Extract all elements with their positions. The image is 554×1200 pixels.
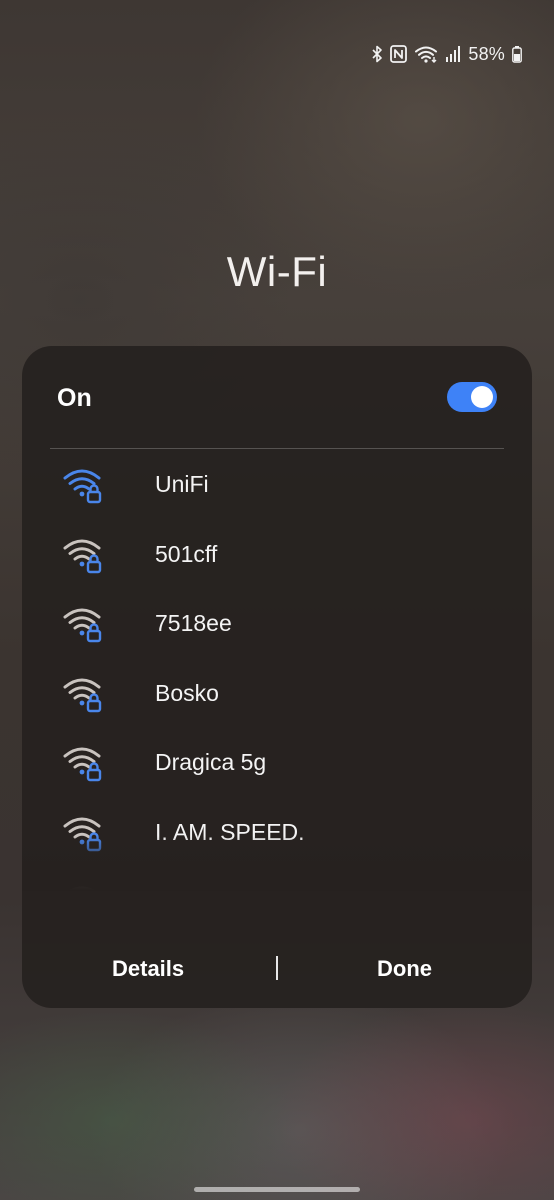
wifi-lock-icon [63,608,102,643]
network-name: UniFi [155,471,209,497]
status-bar: 58% [371,42,522,66]
network-item[interactable]: UniFi [22,456,532,512]
wifi-lock-icon [63,747,102,782]
wifi-state-label: On [57,384,92,412]
network-item[interactable]: Dragica 5g [22,734,532,790]
details-button[interactable]: Details [112,956,184,982]
network-name: 7518ee [155,610,232,636]
wifi-lock-icon [63,678,102,712]
wifi-lock-icon [63,539,102,573]
network-list[interactable]: UniFi 501cff 7518ee Bosko Dragica 5g I. AM. S… [22,449,532,891]
wifi-icon [415,46,438,63]
network-name: 501cff [155,540,218,567]
page-title: Wi-Fi [226,248,328,295]
list-fade [22,836,532,891]
network-name: Dragica 5g [155,749,267,775]
toggle-knob [471,386,493,408]
network-item[interactable]: Bosko [22,665,532,721]
battery-percentage: 58% [468,43,505,64]
bottom-actions: Details Done [22,936,532,1006]
nfc-icon [390,45,408,63]
network-item[interactable]: 7518ee [22,595,532,651]
wifi-panel: On UniFi 501cff 7518ee Bosko Dragica 5g I. AM… [22,346,532,1008]
wifi-lock-icon [63,469,102,504]
battery-icon [512,46,522,63]
done-button[interactable]: Done [377,956,432,982]
wifi-toggle[interactable] [447,382,497,412]
wifi-toggle-row[interactable]: On [22,346,532,448]
home-indicator[interactable] [194,1187,360,1192]
network-name: Bosko [155,679,219,706]
button-separator [276,956,278,980]
network-item[interactable]: 501cff [22,526,532,582]
signal-icon [446,46,461,62]
bluetooth-icon [372,45,383,63]
